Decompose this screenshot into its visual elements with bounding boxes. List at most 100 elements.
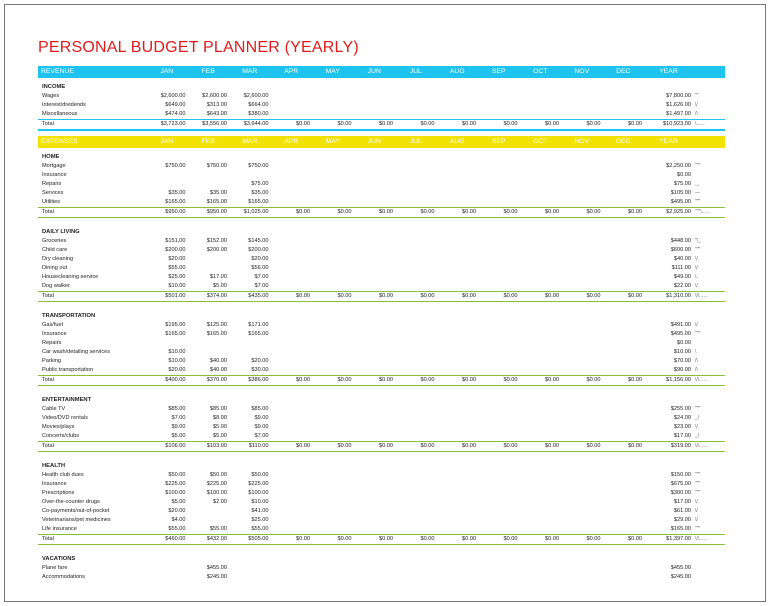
row-label[interactable]: Video/DVD rentals <box>38 414 146 423</box>
cell-may[interactable]: $0.00 <box>312 292 354 301</box>
cell-jul[interactable] <box>395 171 437 180</box>
cell-sep[interactable] <box>478 423 520 432</box>
cell-mar[interactable] <box>229 573 271 582</box>
cell-jun[interactable] <box>354 255 396 264</box>
cell-jun[interactable] <box>354 92 396 101</box>
cell-nov[interactable]: $0.00 <box>561 535 603 544</box>
cell-jun[interactable]: $0.00 <box>354 442 396 451</box>
cell-nov[interactable] <box>561 366 603 375</box>
cell-may[interactable] <box>312 348 354 357</box>
cell-sep[interactable] <box>478 405 520 414</box>
cell-apr[interactable] <box>271 498 313 507</box>
cell-feb[interactable]: $8.00 <box>188 414 230 423</box>
cell-sep[interactable] <box>478 162 520 171</box>
row-label[interactable]: Child care <box>38 246 146 255</box>
cell-feb[interactable] <box>188 255 230 264</box>
cell-may[interactable] <box>312 330 354 339</box>
cell-jun[interactable] <box>354 101 396 110</box>
cell-nov[interactable] <box>561 171 603 180</box>
row-label[interactable]: Dog walker <box>38 282 146 291</box>
cell-oct[interactable] <box>520 366 562 375</box>
cell-year[interactable]: $1,497.00 <box>644 110 693 119</box>
cell-nov[interactable] <box>561 498 603 507</box>
cell-jul[interactable] <box>395 564 437 573</box>
cell-oct[interactable] <box>520 507 562 516</box>
cell-aug[interactable] <box>437 471 479 480</box>
row-label[interactable]: Dry cleaning <box>38 255 146 264</box>
cell-jan[interactable]: $10.00 <box>146 357 188 366</box>
cell-year[interactable]: $17.00 <box>644 498 693 507</box>
cell-jan[interactable]: $151.00 <box>146 237 188 246</box>
cell-dec[interactable] <box>603 321 645 330</box>
cell-mar[interactable]: $7.00 <box>229 432 271 441</box>
cell-jul[interactable] <box>395 516 437 525</box>
cell-jan[interactable]: $85.00 <box>146 405 188 414</box>
cell-year[interactable]: $495.00 <box>644 198 693 207</box>
cell-feb[interactable]: $750.00 <box>188 162 230 171</box>
cell-mar[interactable] <box>229 339 271 348</box>
cell-feb[interactable]: $35.00 <box>188 189 230 198</box>
cell-mar[interactable]: $200.00 <box>229 246 271 255</box>
cell-may[interactable] <box>312 264 354 273</box>
cell-oct[interactable] <box>520 489 562 498</box>
cell-dec[interactable] <box>603 516 645 525</box>
row-label[interactable]: Gas/fuel <box>38 321 146 330</box>
cell-oct[interactable]: $0.00 <box>520 120 562 129</box>
cell-jun[interactable] <box>354 282 396 291</box>
cell-oct[interactable] <box>520 171 562 180</box>
cell-mar[interactable] <box>229 348 271 357</box>
cell-may[interactable] <box>312 92 354 101</box>
cell-mar[interactable]: $171.00 <box>229 321 271 330</box>
cell-aug[interactable]: $0.00 <box>437 535 479 544</box>
cell-jun[interactable] <box>354 237 396 246</box>
cell-nov[interactable] <box>561 321 603 330</box>
cell-jul[interactable] <box>395 432 437 441</box>
cell-may[interactable] <box>312 471 354 480</box>
cell-nov[interactable] <box>561 162 603 171</box>
row-label[interactable]: Veterinarians/pet medicines <box>38 516 146 525</box>
cell-jan[interactable]: $9.00 <box>146 423 188 432</box>
cell-sep[interactable] <box>478 237 520 246</box>
cell-mar[interactable]: $664.00 <box>229 101 271 110</box>
row-label[interactable]: Total <box>38 376 146 385</box>
cell-jul[interactable] <box>395 189 437 198</box>
cell-jan[interactable] <box>146 339 188 348</box>
cell-may[interactable] <box>312 573 354 582</box>
cell-apr[interactable] <box>271 339 313 348</box>
cell-may[interactable] <box>312 101 354 110</box>
cell-jul[interactable] <box>395 366 437 375</box>
cell-jun[interactable] <box>354 564 396 573</box>
cell-jul[interactable] <box>395 471 437 480</box>
cell-jul[interactable]: $0.00 <box>395 376 437 385</box>
cell-year[interactable]: $491.00 <box>644 321 693 330</box>
cell-aug[interactable] <box>437 480 479 489</box>
cell-apr[interactable] <box>271 423 313 432</box>
cell-dec[interactable] <box>603 282 645 291</box>
cell-nov[interactable] <box>561 507 603 516</box>
cell-may[interactable] <box>312 189 354 198</box>
cell-nov[interactable] <box>561 423 603 432</box>
cell-feb[interactable]: $55.00 <box>188 525 230 534</box>
cell-aug[interactable]: $0.00 <box>437 442 479 451</box>
cell-year[interactable]: $0.00 <box>644 171 693 180</box>
cell-mar[interactable]: $85.00 <box>229 405 271 414</box>
cell-nov[interactable] <box>561 180 603 189</box>
row-label[interactable]: Over-the-counter drugs <box>38 498 146 507</box>
cell-year[interactable]: $10.00 <box>644 348 693 357</box>
cell-mar[interactable]: $55.00 <box>229 525 271 534</box>
cell-aug[interactable] <box>437 321 479 330</box>
cell-nov[interactable] <box>561 101 603 110</box>
cell-oct[interactable] <box>520 273 562 282</box>
cell-jul[interactable]: $0.00 <box>395 535 437 544</box>
cell-aug[interactable]: $0.00 <box>437 120 479 129</box>
cell-nov[interactable] <box>561 564 603 573</box>
cell-nov[interactable] <box>561 237 603 246</box>
cell-jul[interactable] <box>395 480 437 489</box>
cell-jan[interactable]: $20.00 <box>146 507 188 516</box>
cell-oct[interactable] <box>520 198 562 207</box>
cell-jul[interactable] <box>395 348 437 357</box>
cell-nov[interactable] <box>561 357 603 366</box>
cell-jun[interactable] <box>354 339 396 348</box>
cell-jun[interactable] <box>354 471 396 480</box>
cell-aug[interactable] <box>437 264 479 273</box>
